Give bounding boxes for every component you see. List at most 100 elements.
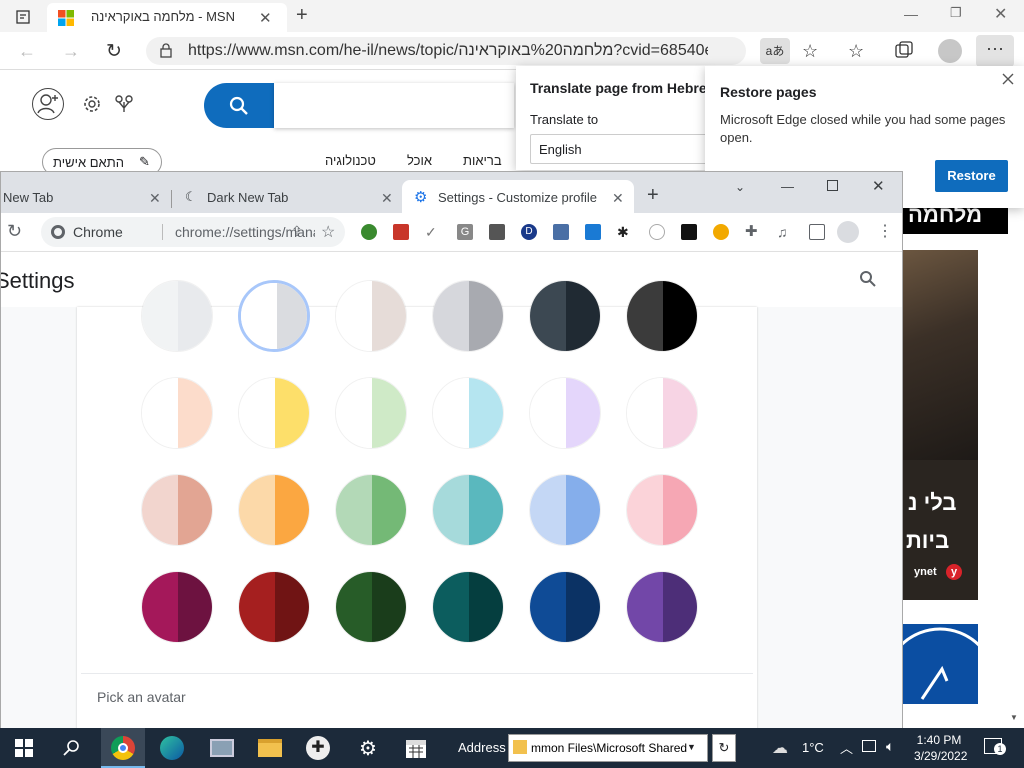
taskbar-chrome-button[interactable] bbox=[101, 728, 145, 768]
theme-color-swatch[interactable] bbox=[626, 280, 698, 352]
theme-color-swatch[interactable] bbox=[626, 377, 698, 449]
read-aloud-button[interactable]: aあ bbox=[760, 38, 790, 64]
edge-tab-msn[interactable]: מלחמה באוקראינה - MSN ✕ bbox=[47, 3, 287, 32]
go-refresh-icon[interactable]: ↻ bbox=[712, 734, 736, 762]
share-icon[interactable]: ⇪ bbox=[291, 223, 303, 240]
theme-color-swatch[interactable] bbox=[529, 571, 601, 643]
theme-color-swatch[interactable] bbox=[238, 377, 310, 449]
theme-color-swatch[interactable] bbox=[335, 377, 407, 449]
chrome-profile-avatar[interactable] bbox=[837, 221, 859, 243]
news-card-2[interactable] bbox=[902, 624, 978, 704]
notification-center-icon[interactable]: 1 bbox=[984, 738, 1006, 755]
restore-window-icon[interactable]: ❐ bbox=[950, 5, 962, 21]
windows-start-icon[interactable] bbox=[10, 734, 38, 762]
calendar-icon[interactable] bbox=[402, 734, 430, 762]
blue-extension-icon[interactable] bbox=[585, 224, 601, 240]
theme-color-swatch[interactable] bbox=[432, 280, 504, 352]
media-control-icon[interactable]: ♫ bbox=[777, 224, 793, 240]
edge-address-bar[interactable]: https://www.msn.com/he-il/news/topic/מלח… bbox=[146, 37, 746, 65]
theme-color-swatch[interactable] bbox=[432, 377, 504, 449]
theme-color-swatch[interactable] bbox=[141, 571, 213, 643]
theme-color-swatch[interactable] bbox=[141, 280, 213, 352]
close-tab-icon[interactable]: ✕ bbox=[381, 190, 393, 207]
close-window-icon[interactable]: ✕ bbox=[872, 177, 885, 195]
close-tab-icon[interactable]: ✕ bbox=[259, 9, 272, 27]
new-tab-icon[interactable]: + bbox=[296, 4, 308, 27]
tab-search-icon[interactable]: ⌄ bbox=[735, 180, 745, 194]
minimize-icon[interactable]: — bbox=[781, 179, 794, 194]
gear-icon[interactable] bbox=[82, 94, 102, 114]
lock-icon[interactable] bbox=[160, 43, 172, 58]
theme-color-swatch[interactable] bbox=[529, 377, 601, 449]
chrome-omnibox[interactable]: Chrome chrome://settings/manageProfile ⇪… bbox=[41, 217, 345, 247]
chevron-down-icon[interactable]: ▼ bbox=[687, 742, 696, 752]
close-tab-icon[interactable]: ✕ bbox=[149, 190, 161, 207]
theme-color-swatch[interactable] bbox=[626, 571, 698, 643]
rewards-icon[interactable] bbox=[114, 94, 134, 114]
extensions-puzzle-icon[interactable]: ✚ bbox=[745, 224, 761, 240]
new-tab-icon[interactable]: + bbox=[647, 184, 659, 207]
nav-food[interactable]: אוכל bbox=[407, 153, 432, 168]
g-extension-icon[interactable]: G bbox=[457, 224, 473, 240]
forward-icon[interactable]: → bbox=[62, 41, 80, 62]
tab-actions-icon[interactable] bbox=[14, 8, 32, 26]
clock[interactable]: 1:40 PM 3/29/2022 bbox=[914, 732, 967, 764]
theme-color-swatch[interactable] bbox=[335, 474, 407, 546]
msn-search-button[interactable] bbox=[204, 83, 274, 128]
restore-button[interactable]: Restore bbox=[935, 160, 1008, 192]
translate-language-select[interactable]: English bbox=[530, 134, 710, 164]
close-tab-icon[interactable]: ✕ bbox=[612, 190, 624, 207]
bitcoin-extension-icon[interactable] bbox=[713, 224, 729, 240]
reload-icon[interactable]: ↻ bbox=[7, 221, 22, 242]
minimize-icon[interactable]: — bbox=[904, 6, 918, 22]
maximize-icon[interactable] bbox=[827, 180, 838, 191]
theme-color-swatch[interactable] bbox=[432, 474, 504, 546]
nav-technology[interactable]: טכנולוגיה bbox=[325, 153, 376, 168]
close-window-icon[interactable]: ✕ bbox=[994, 4, 1007, 24]
collections-icon[interactable] bbox=[894, 40, 914, 60]
news-card[interactable]: בלי נ ביות ynet y bbox=[902, 250, 978, 600]
square-extension-icon[interactable] bbox=[489, 224, 505, 240]
flag-extension-icon[interactable] bbox=[393, 224, 409, 240]
chrome-tab-new-tab[interactable]: New Tab ✕ bbox=[1, 180, 169, 213]
refresh-icon[interactable]: ↻ bbox=[106, 40, 122, 63]
d-extension-icon[interactable]: D bbox=[521, 224, 537, 240]
volume-icon[interactable]: 🔈︎ bbox=[886, 738, 894, 755]
chrome-tab-settings[interactable]: ⚙ Settings - Customize profile ✕ bbox=[402, 180, 634, 213]
cloud-weather-icon[interactable]: ☁ bbox=[772, 738, 788, 758]
text-extension-icon[interactable] bbox=[553, 224, 569, 240]
scroll-down-icon[interactable]: ▼ bbox=[1010, 713, 1018, 722]
settings-menu-button[interactable]: ··· bbox=[976, 35, 1014, 67]
theme-color-swatch[interactable] bbox=[238, 280, 310, 352]
photos-app-icon[interactable] bbox=[208, 734, 236, 762]
weather-temperature[interactable]: 1°C bbox=[802, 740, 824, 755]
msn-search-input[interactable] bbox=[274, 83, 514, 128]
close-icon[interactable] bbox=[1001, 72, 1017, 88]
game-controller-icon[interactable]: ✚ bbox=[304, 734, 332, 762]
edge-icon[interactable] bbox=[158, 734, 186, 762]
network-icon[interactable] bbox=[862, 740, 876, 752]
bookmark-extension-icon[interactable] bbox=[681, 224, 697, 240]
bug-extension-icon[interactable]: ✱ bbox=[617, 224, 633, 240]
w-extension-icon[interactable] bbox=[649, 224, 665, 240]
bookmark-star-icon[interactable]: ☆ bbox=[321, 222, 335, 242]
file-explorer-icon[interactable] bbox=[256, 734, 284, 762]
tree-extension-icon[interactable] bbox=[361, 224, 377, 240]
search-icon[interactable] bbox=[58, 734, 86, 762]
search-icon[interactable] bbox=[859, 270, 877, 288]
user-icon[interactable] bbox=[32, 88, 64, 120]
check-extension-icon[interactable]: ✓ bbox=[425, 224, 441, 240]
theme-color-swatch[interactable] bbox=[626, 474, 698, 546]
profile-avatar[interactable] bbox=[938, 39, 962, 63]
side-panel-icon[interactable] bbox=[809, 224, 825, 240]
settings-icon[interactable]: ⚙ bbox=[354, 734, 382, 762]
theme-color-swatch[interactable] bbox=[141, 474, 213, 546]
favorites-icon[interactable]: ☆ bbox=[848, 41, 864, 62]
theme-color-swatch[interactable] bbox=[335, 280, 407, 352]
back-icon[interactable]: ← bbox=[18, 41, 36, 62]
theme-color-swatch[interactable] bbox=[529, 474, 601, 546]
nav-health[interactable]: בריאות bbox=[463, 153, 502, 168]
address-toolbar-input[interactable]: mmon Files\Microsoft Shared ▼ bbox=[508, 734, 708, 762]
chrome-menu-icon[interactable]: ⋮ bbox=[877, 221, 893, 241]
add-favorite-icon[interactable]: ☆ bbox=[802, 41, 818, 62]
